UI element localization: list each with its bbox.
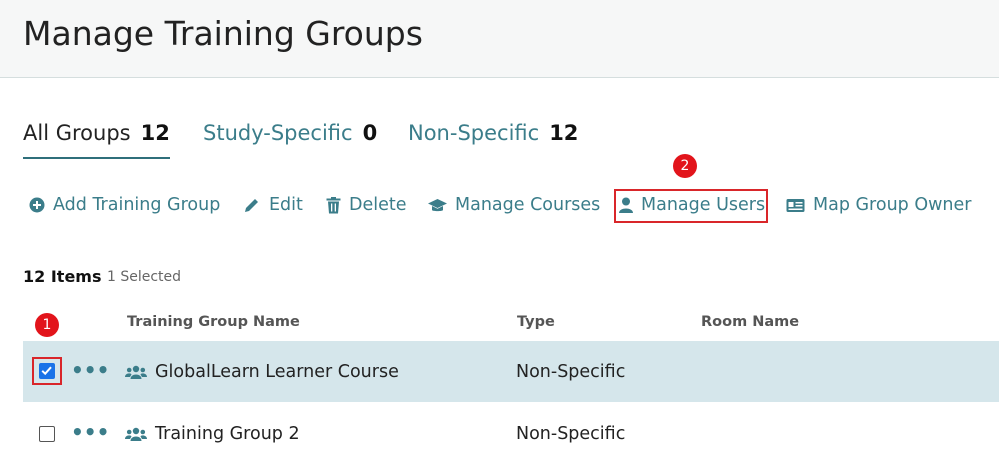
column-header-name[interactable]: Training Group Name (127, 314, 300, 330)
page-header: Manage Training Groups (0, 0, 999, 78)
type-cell: Non-Specific (516, 423, 626, 444)
step-2-badge: 2 (673, 154, 697, 178)
manage-users-label: Manage Users (641, 195, 766, 215)
delete-button[interactable]: Delete (326, 193, 407, 217)
training-group-name-cell: Training Group 2 (125, 403, 300, 464)
trash-icon (326, 196, 341, 213)
edit-button[interactable]: Edit (243, 193, 303, 217)
training-group-name[interactable]: GlobalLearn Learner Course (155, 362, 399, 382)
add-training-group-button[interactable]: Add Training Group (29, 193, 220, 217)
group-icon (125, 427, 147, 441)
selected-count: 1 Selected (107, 269, 182, 285)
tab-study-specific[interactable]: Study-Specific 0 (203, 121, 377, 159)
type-cell: Non-Specific (516, 361, 626, 382)
checkmark-icon (41, 366, 52, 376)
step-1-badge: 1 (35, 313, 59, 337)
map-group-owner-label: Map Group Owner (813, 195, 972, 215)
row-more-options-icon[interactable]: ••• (71, 420, 109, 444)
tab-label: Non-Specific (408, 121, 540, 145)
training-group-name[interactable]: Training Group 2 (155, 424, 300, 444)
table-row[interactable]: ••• GlobalLearn Learner Course Non-Speci… (23, 341, 999, 402)
tab-count: 12 (549, 121, 579, 145)
plus-circle-icon (29, 197, 45, 213)
edit-label: Edit (269, 195, 303, 215)
tab-label: All Groups (23, 121, 131, 145)
training-group-name-cell: GlobalLearn Learner Course (125, 341, 399, 402)
tab-all-groups[interactable]: All Groups 12 (23, 121, 170, 159)
tab-label: Study-Specific (203, 121, 353, 145)
tab-count: 0 (362, 121, 378, 145)
page-title: Manage Training Groups (23, 14, 423, 53)
manage-courses-label: Manage Courses (455, 195, 601, 215)
column-header-type[interactable]: Type (517, 314, 555, 330)
manage-users-button[interactable]: Manage Users (619, 193, 765, 217)
row-checkbox[interactable] (39, 426, 55, 442)
manage-courses-button[interactable]: Manage Courses (428, 193, 600, 217)
group-icon (125, 365, 147, 379)
pencil-icon (245, 199, 258, 212)
column-header-room[interactable]: Room Name (701, 314, 799, 330)
row-checkbox[interactable] (39, 363, 55, 379)
tab-count: 12 (140, 121, 170, 145)
map-group-owner-button[interactable]: Map Group Owner (786, 193, 971, 217)
row-more-options-icon[interactable]: ••• (71, 358, 109, 382)
delete-label: Delete (349, 195, 407, 215)
graduation-cap-icon (428, 198, 447, 211)
add-training-group-label: Add Training Group (53, 195, 221, 215)
id-card-icon (786, 198, 805, 212)
user-icon (619, 197, 633, 213)
items-count: 12 Items (23, 267, 102, 286)
table-row[interactable]: ••• Training Group 2 Non-Specific (23, 403, 999, 464)
tab-non-specific[interactable]: Non-Specific 12 (408, 121, 578, 159)
